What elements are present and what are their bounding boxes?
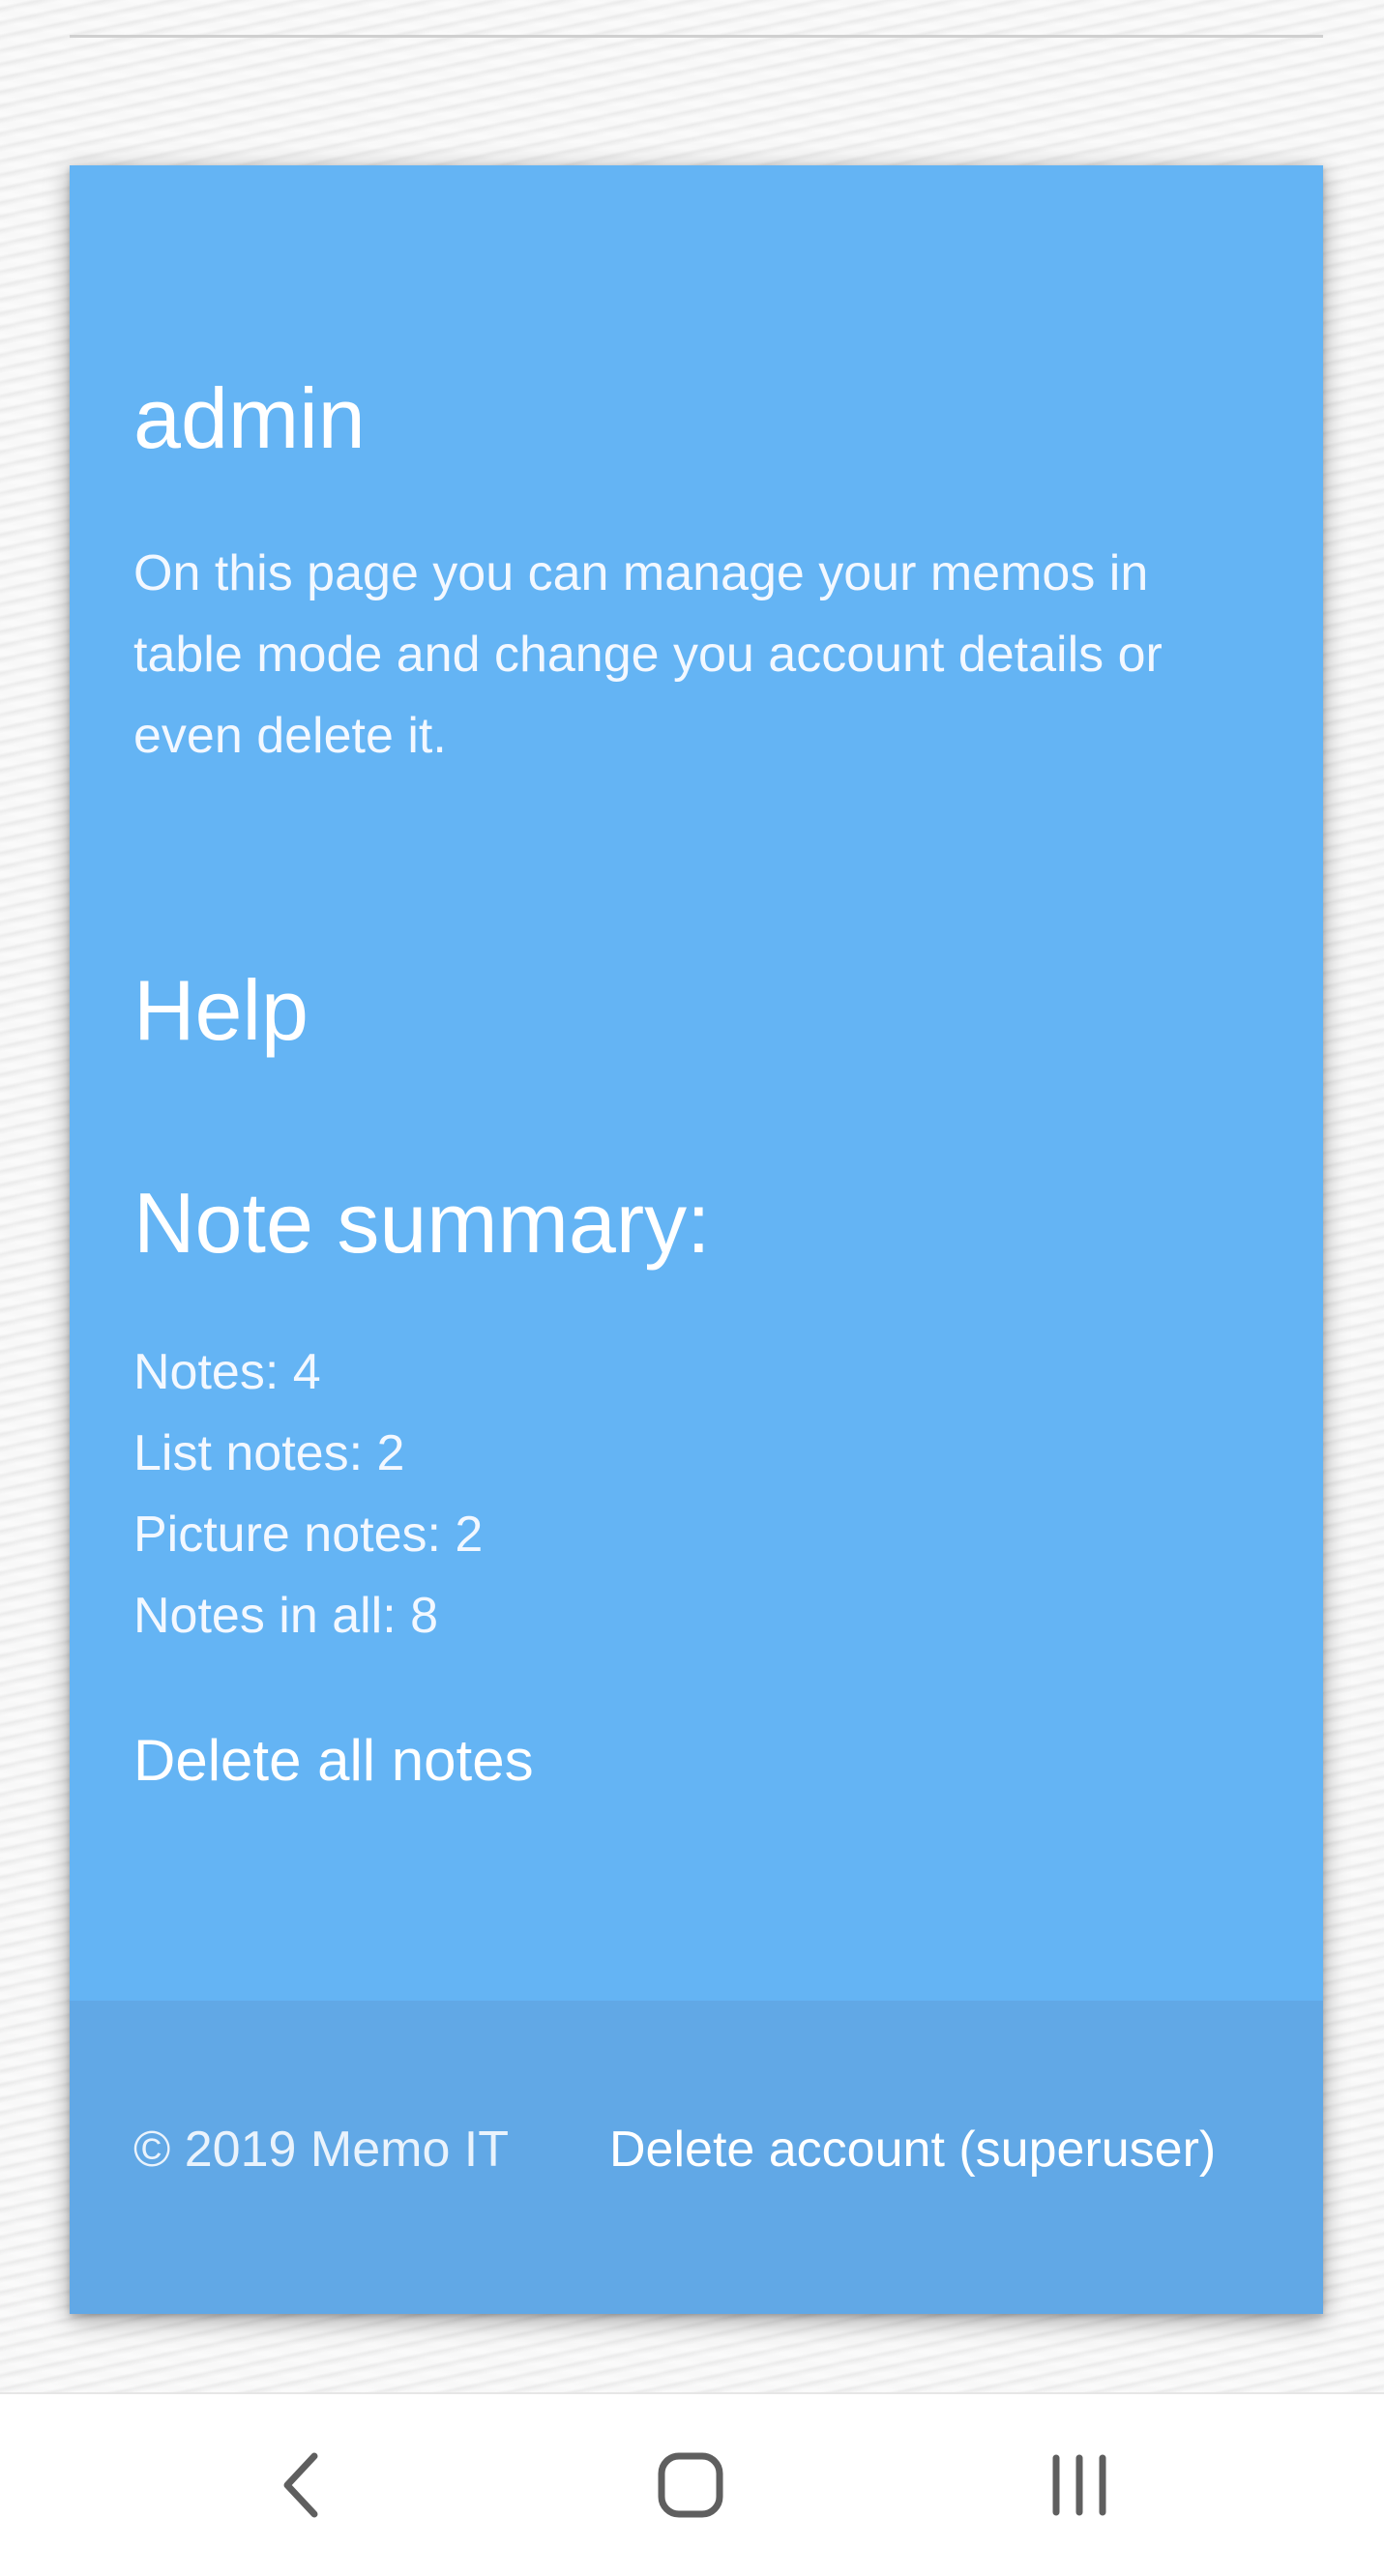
page-description: On this page you can manage your memos i… [133, 545, 1163, 764]
stat-list-notes: List notes: 2 [133, 1425, 405, 1481]
home-button[interactable] [642, 2437, 739, 2533]
copyright-text: © 2019 Memo IT [133, 2122, 510, 2178]
delete-all-notes-link[interactable]: Delete all notes [133, 1732, 534, 1790]
account-card: admin On this page you can manage your m… [70, 165, 1323, 2314]
username-heading: admin [133, 370, 366, 466]
back-icon [283, 2452, 318, 2518]
note-summary-title: Note summary: [133, 1175, 711, 1271]
card-footer: © 2019 Memo IT Delete account (superuser… [70, 2001, 1323, 2314]
system-nav-bar [0, 2392, 1384, 2576]
stat-picture-notes: Picture notes: 2 [133, 1507, 484, 1563]
recents-icon [1052, 2454, 1106, 2516]
stat-notes-in-all: Notes in all: 8 [133, 1588, 439, 1644]
delete-account-link[interactable]: Delete account (superuser) [609, 2124, 1216, 2175]
recents-button[interactable] [1031, 2437, 1128, 2533]
stat-notes: Notes: 4 [133, 1344, 321, 1400]
help-link[interactable]: Help [133, 968, 309, 1053]
home-icon [658, 2452, 723, 2518]
back-button[interactable] [252, 2437, 349, 2533]
note-stats-list: Notes: 4 List notes: 2 Picture notes: 2 … [133, 1332, 483, 1656]
top-divider [70, 35, 1323, 38]
